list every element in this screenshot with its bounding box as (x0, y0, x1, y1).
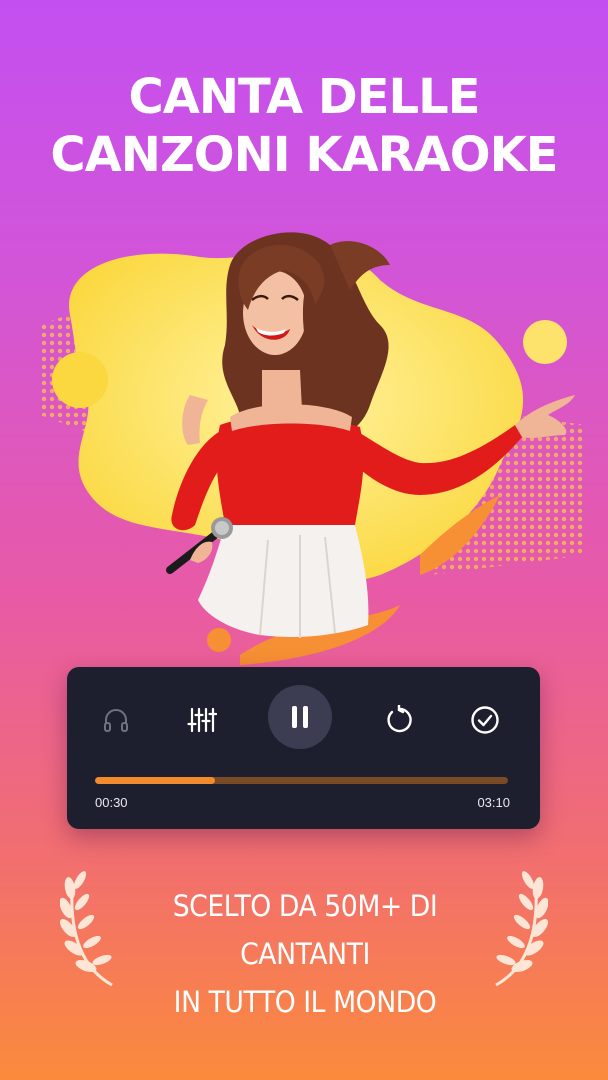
award-text: SCELTO DA 50M+ DI CANTANTI IN TUTTO IL M… (126, 882, 485, 1026)
laurel-left-icon (60, 871, 113, 987)
time-current: 00:30 (95, 795, 128, 810)
headline-line-2: CANZONI KARAOKE (50, 127, 558, 183)
headline: CANTA DELLE CANZONI KARAOKE (0, 68, 608, 184)
award-line-2: IN TUTTO IL MONDO (173, 985, 437, 1019)
progress-fill (95, 777, 215, 784)
singer-illustration (40, 232, 585, 665)
award-line-1: SCELTO DA 50M+ DI CANTANTI (172, 889, 438, 971)
hero-illustration (0, 195, 608, 675)
headphones-icon[interactable] (91, 695, 141, 745)
award-banner: SCELTO DA 50M+ DI CANTANTI IN TUTTO IL M… (0, 871, 608, 1019)
karaoke-player: 00:30 03:10 (67, 667, 540, 829)
pause-button[interactable] (268, 685, 332, 749)
progress-bar[interactable] (95, 777, 508, 784)
time-total: 03:10 (477, 795, 510, 810)
headline-line-1: CANTA DELLE (128, 69, 480, 125)
pause-icon (292, 706, 308, 728)
laurel-right-icon (495, 871, 548, 987)
equalizer-icon[interactable] (177, 695, 227, 745)
replay-icon[interactable] (374, 695, 424, 745)
check-circle-icon[interactable] (460, 695, 510, 745)
